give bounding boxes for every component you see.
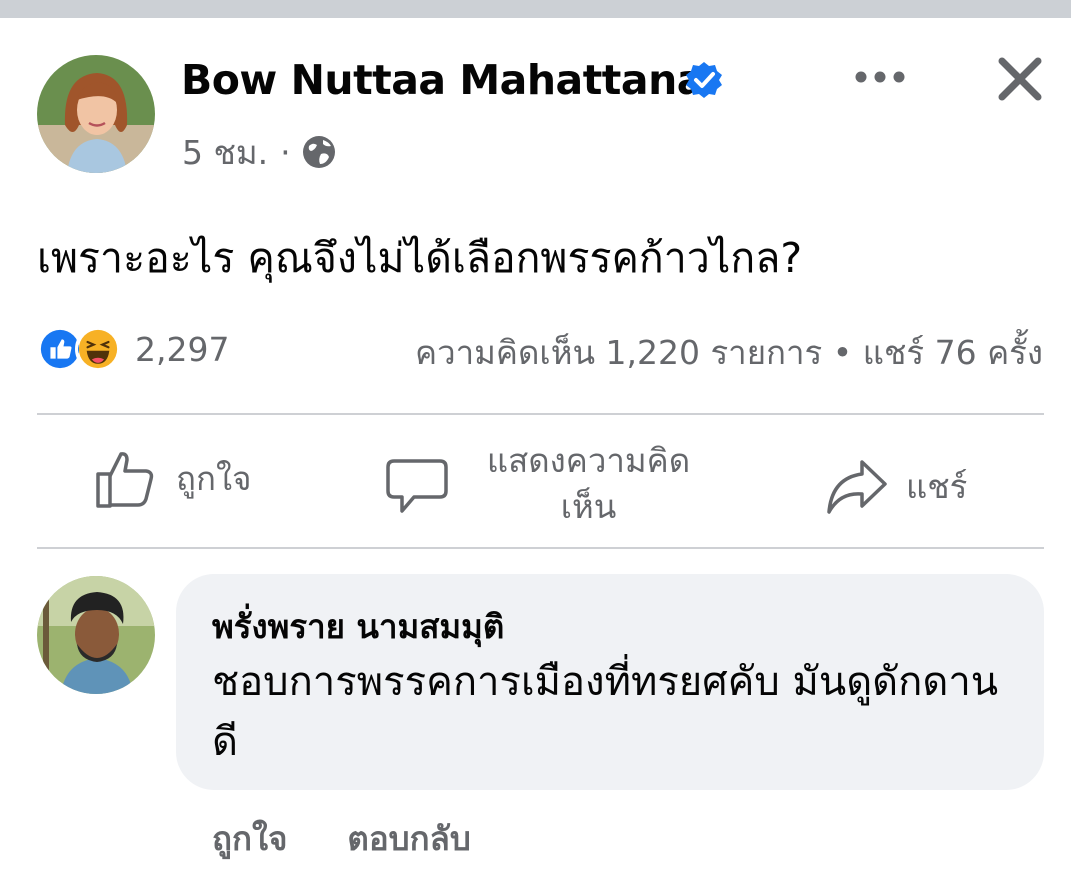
globe-icon <box>302 136 335 168</box>
divider <box>37 547 1044 549</box>
divider <box>37 413 1044 415</box>
more-options-icon[interactable] <box>852 62 908 92</box>
post-time[interactable]: 5 ชม. <box>182 126 268 179</box>
comment-text: ชอบการพรรคการเมืองที่ทรยศคับ มันดูดักดาน… <box>212 659 999 765</box>
comment-icon <box>386 459 448 513</box>
comment-reply-button[interactable]: ตอบกลับ <box>347 812 470 865</box>
commenter-name[interactable]: พรั่งพราย นามสมมุติ <box>212 600 504 653</box>
share-arrow-icon <box>827 460 887 514</box>
comment-button[interactable]: แสดงความคิด เห็น <box>386 438 711 530</box>
reactions-summary[interactable]: 2,297 <box>37 324 229 374</box>
meta-separator: · <box>280 132 291 172</box>
share-button-label: แชร์ <box>906 467 968 506</box>
comment-actions: ถูกใจ ตอบกลับ <box>212 812 471 865</box>
share-button[interactable]: แชร์ <box>826 456 967 518</box>
like-button-label: ถูกใจ <box>176 459 252 498</box>
author-avatar[interactable] <box>37 55 155 173</box>
post-text: เพราะอะไร คุณจึงไม่ได้เลือกพรรคก้าวไกล? <box>37 234 803 282</box>
close-icon[interactable] <box>996 55 1044 103</box>
comment-button-label-line1: แสดงความคิด <box>486 441 691 480</box>
comments-shares-count[interactable]: ความคิดเห็น 1,220 รายการ • แชร์ 76 ครั้ง <box>415 326 1043 379</box>
comment-like-button[interactable]: ถูกใจ <box>212 812 287 865</box>
haha-reaction-icon <box>75 326 121 372</box>
like-button[interactable]: ถูกใจ <box>94 448 251 510</box>
verified-badge-icon <box>686 62 722 98</box>
post-meta: 5 ชม. · <box>182 130 337 174</box>
status-bar-strip <box>0 0 1071 18</box>
reaction-count: 2,297 <box>135 329 230 369</box>
thumbs-up-icon <box>96 452 154 508</box>
author-name[interactable]: Bow Nuttaa Mahattana <box>181 56 704 104</box>
commenter-avatar[interactable] <box>37 576 155 694</box>
comment-button-label-line2: เห็น <box>560 487 617 526</box>
